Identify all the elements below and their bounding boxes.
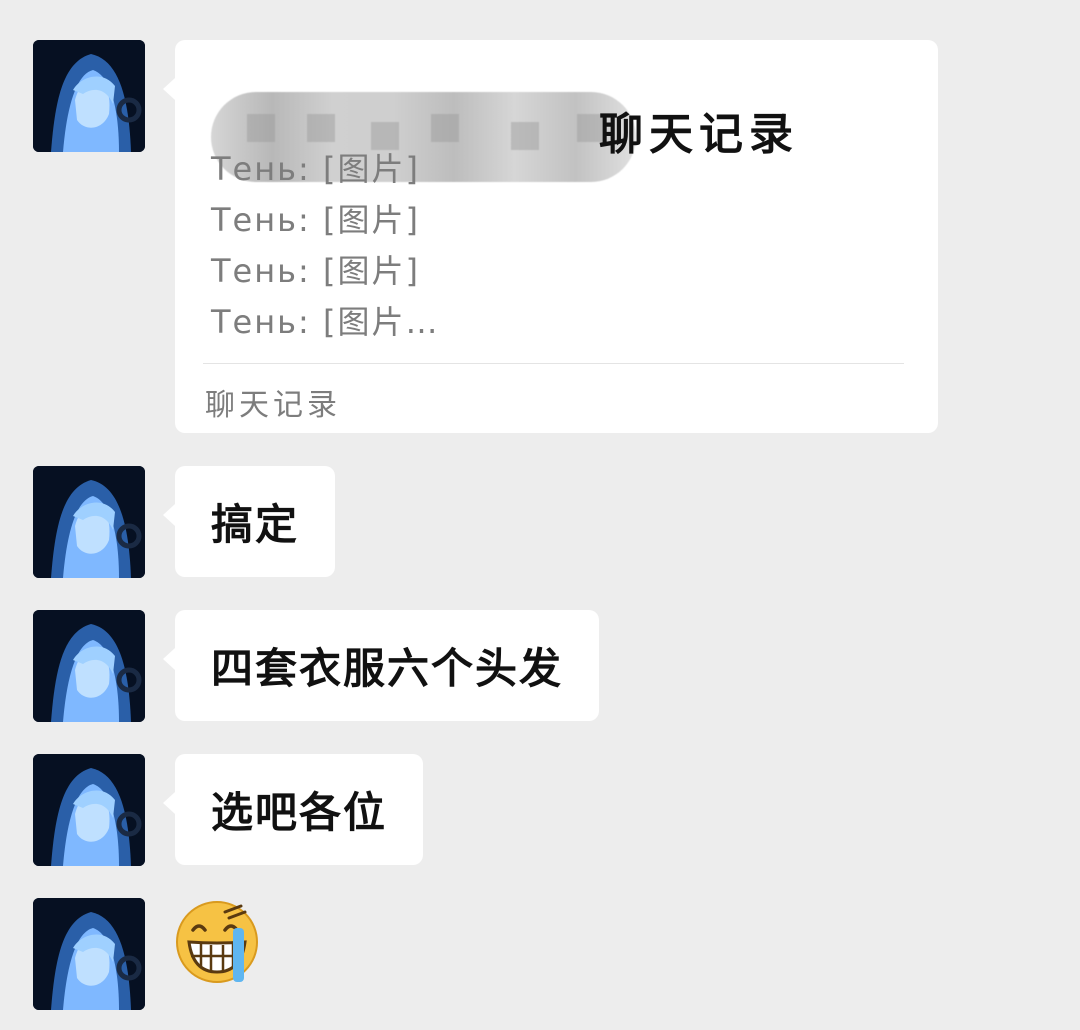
message-bubble[interactable]: 选吧各位 — [162, 754, 424, 865]
message-bubble[interactable]: 搞定 — [162, 466, 336, 577]
avatar[interactable] — [33, 466, 145, 578]
avatar-anime-girl-image — [33, 40, 145, 152]
avatar-anime-girl-image — [33, 466, 145, 578]
avatar[interactable] — [33, 898, 145, 1010]
avatar[interactable] — [33, 610, 145, 722]
chat-record-title-text: 聊天记录 — [599, 109, 799, 160]
avatar[interactable] — [33, 754, 145, 866]
chat-record-lines: Тень: [图片] Тень: [图片] Тень: [图片] Тень: [… — [211, 144, 439, 348]
grinning-sweat-tears-emoji[interactable] — [175, 900, 259, 984]
chat-record-line: Тень: [图片] — [211, 252, 420, 290]
divider — [203, 363, 904, 364]
avatar-anime-girl-image — [33, 754, 145, 866]
chat-record-line: Тень: [图片] — [211, 150, 420, 188]
message-text: 选吧各位 — [211, 788, 388, 837]
emoji-icon — [176, 901, 258, 983]
chat-record-line: Тень: [图片… — [211, 303, 440, 341]
chat-record-card[interactable]: 聊天记录 Тень: [图片] Тень: [图片] Тень: [图片] Те… — [163, 40, 938, 433]
message-text: 四套衣服六个头发 — [211, 644, 564, 693]
avatar-anime-girl-image — [33, 610, 145, 722]
avatar[interactable] — [33, 40, 145, 152]
chat-record-footer: 聊天记录 — [205, 388, 341, 423]
chat-record-line: Тень: [图片] — [211, 201, 420, 239]
message-bubble[interactable]: 四套衣服六个头发 — [162, 610, 600, 721]
avatar-anime-girl-image — [33, 898, 145, 1010]
message-text: 搞定 — [211, 500, 300, 549]
